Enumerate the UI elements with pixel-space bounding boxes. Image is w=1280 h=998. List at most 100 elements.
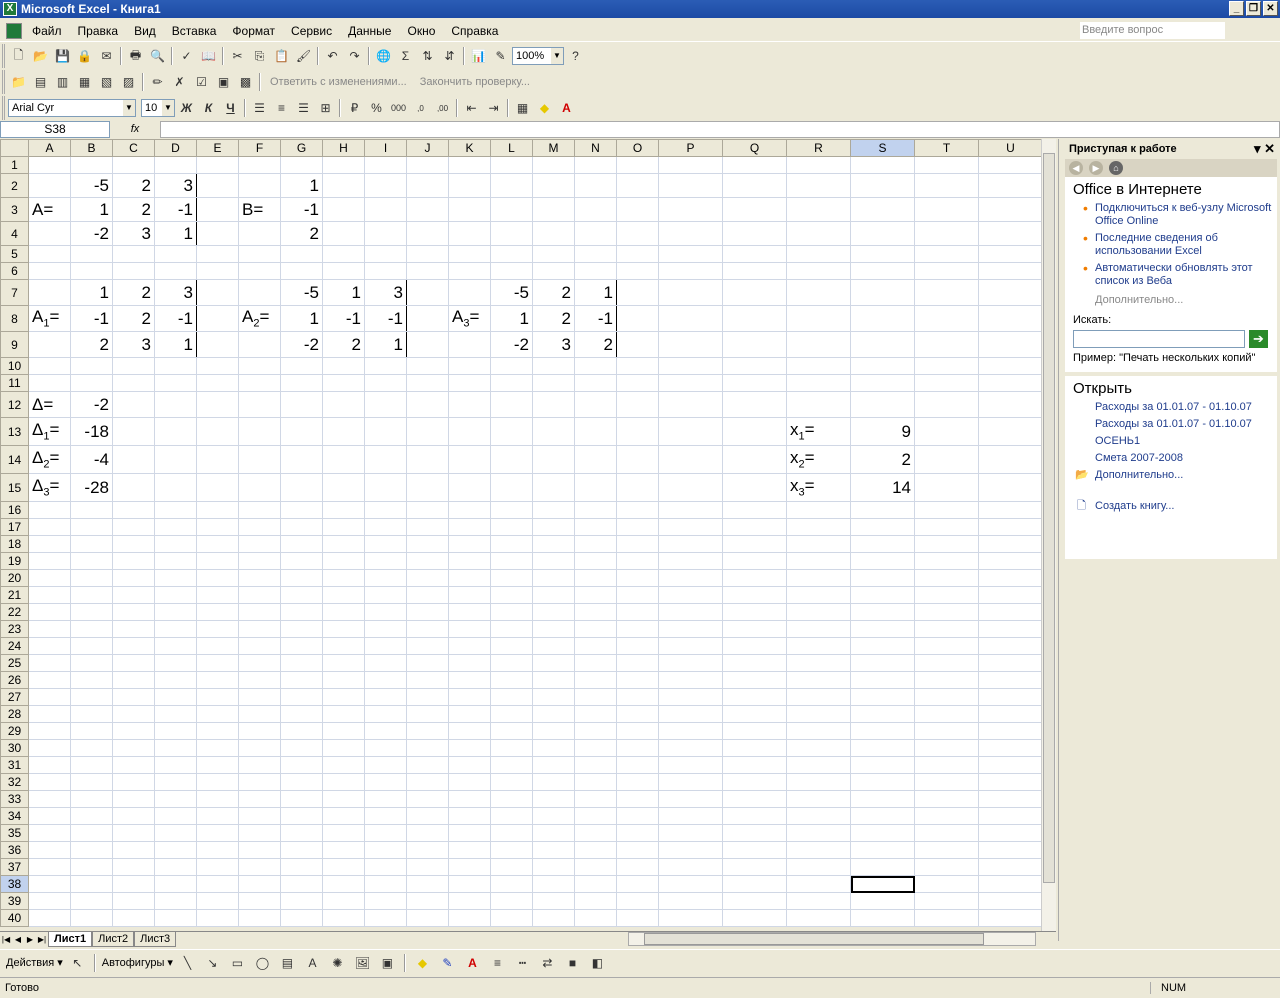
cell-r34[interactable] — [786, 807, 851, 825]
cell-r15[interactable]: x3= — [786, 473, 851, 502]
cell-n31[interactable] — [574, 756, 617, 774]
cell-t22[interactable] — [914, 603, 979, 621]
cell-a13[interactable]: Δ1= — [28, 417, 71, 446]
cell-b1[interactable] — [70, 156, 113, 174]
row-header[interactable]: 39 — [0, 892, 29, 910]
review-icon-9[interactable]: ☑ — [191, 72, 212, 92]
cell-l22[interactable] — [490, 603, 533, 621]
cell-a16[interactable] — [28, 501, 71, 519]
cell-i20[interactable] — [364, 569, 407, 587]
cell-l35[interactable] — [490, 824, 533, 842]
cell-b40[interactable] — [70, 909, 113, 927]
cell-f25[interactable] — [238, 654, 281, 672]
cell-l15[interactable] — [490, 473, 533, 502]
cell-f30[interactable] — [238, 739, 281, 757]
cell-s2[interactable] — [850, 173, 915, 198]
name-box[interactable]: S38 — [0, 120, 110, 138]
increase-decimal-icon[interactable]: ,0 — [410, 98, 431, 118]
cell-i14[interactable] — [364, 445, 407, 474]
cell-a30[interactable] — [28, 739, 71, 757]
cell-q22[interactable] — [722, 603, 787, 621]
cell-m34[interactable] — [532, 807, 575, 825]
cell-u31[interactable] — [978, 756, 1043, 774]
cell-i8[interactable]: -1 — [364, 305, 407, 332]
cell-k2[interactable] — [448, 173, 491, 198]
cell-l38[interactable] — [490, 875, 533, 893]
cell-t4[interactable] — [914, 221, 979, 246]
cell-n27[interactable] — [574, 688, 617, 706]
cell-o7[interactable] — [616, 279, 659, 306]
cell-n22[interactable] — [574, 603, 617, 621]
row-header[interactable]: 4 — [0, 221, 29, 246]
picture-icon[interactable]: ▣ — [377, 953, 398, 973]
cell-r40[interactable] — [786, 909, 851, 927]
row-header[interactable]: 2 — [0, 173, 29, 198]
cell-p40[interactable] — [658, 909, 723, 927]
cell-g10[interactable] — [280, 357, 323, 375]
cell-r19[interactable] — [786, 552, 851, 570]
cell-s7[interactable] — [850, 279, 915, 306]
cell-l12[interactable] — [490, 391, 533, 418]
cell-u35[interactable] — [978, 824, 1043, 842]
cell-f21[interactable] — [238, 586, 281, 604]
cell-c8[interactable]: 2 — [112, 305, 155, 332]
cell-s35[interactable] — [850, 824, 915, 842]
cell-m21[interactable] — [532, 586, 575, 604]
cell-g22[interactable] — [280, 603, 323, 621]
cell-m20[interactable] — [532, 569, 575, 587]
cell-h32[interactable] — [322, 773, 365, 791]
cell-b30[interactable] — [70, 739, 113, 757]
cell-t28[interactable] — [914, 705, 979, 723]
cell-r18[interactable] — [786, 535, 851, 553]
cell-s16[interactable] — [850, 501, 915, 519]
cell-j35[interactable] — [406, 824, 449, 842]
cell-n1[interactable] — [574, 156, 617, 174]
cell-n24[interactable] — [574, 637, 617, 655]
cell-p1[interactable] — [658, 156, 723, 174]
cell-d22[interactable] — [154, 603, 197, 621]
column-header-o[interactable]: O — [616, 139, 659, 157]
menu-view[interactable]: Вид — [126, 21, 164, 41]
cell-k14[interactable] — [448, 445, 491, 474]
cell-q39[interactable] — [722, 892, 787, 910]
cell-g26[interactable] — [280, 671, 323, 689]
cell-l8[interactable]: 1 — [490, 305, 533, 332]
cell-f1[interactable] — [238, 156, 281, 174]
cell-a2[interactable] — [28, 173, 71, 198]
scrollbar-thumb[interactable] — [644, 933, 984, 945]
cell-a15[interactable]: Δ3= — [28, 473, 71, 502]
cell-j37[interactable] — [406, 858, 449, 876]
cell-f37[interactable] — [238, 858, 281, 876]
cell-f22[interactable] — [238, 603, 281, 621]
cell-n20[interactable] — [574, 569, 617, 587]
cell-a1[interactable] — [28, 156, 71, 174]
cell-r17[interactable] — [786, 518, 851, 536]
cell-m9[interactable]: 3 — [532, 331, 575, 358]
column-header-d[interactable]: D — [154, 139, 197, 157]
cut-icon[interactable]: ✂ — [227, 46, 248, 66]
cell-s40[interactable] — [850, 909, 915, 927]
wordart-icon[interactable]: A — [302, 953, 323, 973]
cell-k17[interactable] — [448, 518, 491, 536]
cell-t15[interactable] — [914, 473, 979, 502]
align-right-icon[interactable]: ☰ — [293, 98, 314, 118]
cell-i5[interactable] — [364, 245, 407, 263]
cell-g38[interactable] — [280, 875, 323, 893]
menu-data[interactable]: Данные — [340, 21, 399, 41]
cell-t12[interactable] — [914, 391, 979, 418]
cell-j27[interactable] — [406, 688, 449, 706]
cell-b5[interactable] — [70, 245, 113, 263]
cell-d7[interactable]: 3 — [154, 279, 197, 306]
cell-h9[interactable]: 2 — [322, 331, 365, 358]
cell-u2[interactable] — [978, 173, 1043, 198]
cell-q6[interactable] — [722, 262, 787, 280]
cell-i30[interactable] — [364, 739, 407, 757]
cell-d29[interactable] — [154, 722, 197, 740]
cell-j8[interactable] — [406, 305, 449, 332]
cell-c38[interactable] — [112, 875, 155, 893]
row-header[interactable]: 14 — [0, 445, 29, 474]
cell-u21[interactable] — [978, 586, 1043, 604]
cell-c22[interactable] — [112, 603, 155, 621]
recent-file-3[interactable]: ОСЕНЬ1 — [1065, 433, 1277, 450]
cell-e6[interactable] — [196, 262, 239, 280]
